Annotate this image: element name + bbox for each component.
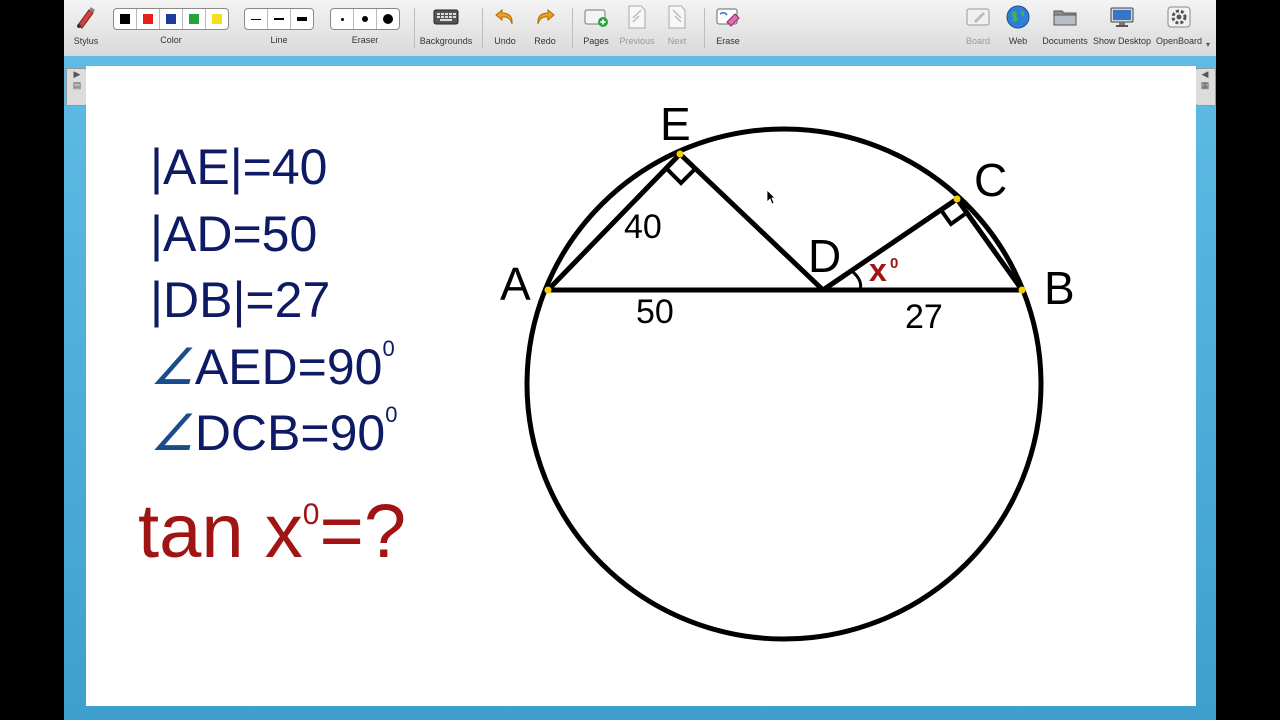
redo-icon <box>537 8 555 25</box>
previous-label: Previous <box>619 36 655 46</box>
redo-button[interactable]: Redo <box>528 0 562 56</box>
add-page-icon <box>584 9 608 27</box>
undo-label: Undo <box>494 36 516 46</box>
degree-sign: 0 <box>385 402 398 427</box>
erase-button[interactable]: Erase <box>712 0 744 56</box>
gear-icon <box>1167 6 1191 28</box>
globe-icon <box>1006 5 1030 29</box>
line-thin[interactable] <box>245 9 268 29</box>
angle-symbol-icon: ∠ <box>150 405 195 461</box>
toolbar-menu-arrow-icon[interactable]: ▾ <box>1206 40 1210 49</box>
eraser-large[interactable] <box>377 9 399 29</box>
degree-sign: 0 <box>382 336 395 361</box>
right-panel-toggle[interactable]: ◀ ▦ <box>1194 68 1216 106</box>
given-ae: |AE|=40 <box>150 139 328 195</box>
documents-label: Documents <box>1042 36 1088 46</box>
backgrounds-button[interactable]: Backgrounds <box>418 0 474 56</box>
given-angle-aed-text: AED=90 <box>194 339 383 395</box>
monitor-icon <box>1110 7 1134 27</box>
toolbar-divider <box>572 8 573 48</box>
line-thick[interactable] <box>291 9 313 29</box>
given-db: |DB|=27 <box>150 272 331 328</box>
undo-button[interactable]: Undo <box>488 0 522 56</box>
question-degree: 0 <box>302 498 320 531</box>
show-desktop-button[interactable]: Show Desktop <box>1092 0 1152 56</box>
given-angle-dcb: ∠DCB=900 <box>150 404 397 461</box>
color-yellow[interactable] <box>206 9 228 29</box>
question: tan x0=? <box>138 494 406 570</box>
chevron-right-icon: ▶ <box>73 69 81 79</box>
line-label: Line <box>270 35 288 45</box>
erase-label: Erase <box>716 36 740 46</box>
angle-symbol-icon: ∠ <box>150 339 195 395</box>
color-green[interactable] <box>183 9 206 29</box>
pages-panel-icon: ▤ <box>72 80 82 90</box>
question-tail: =? <box>319 489 407 574</box>
eraser-label: Eraser <box>351 35 379 45</box>
color-tool[interactable]: Color <box>112 0 230 56</box>
erase-board-icon <box>716 8 740 27</box>
toolbar-divider <box>414 8 415 48</box>
color-label: Color <box>160 35 182 45</box>
openboard-label: OpenBoard <box>1155 36 1203 46</box>
board-icon <box>966 8 990 26</box>
keyboard-icon <box>433 9 459 25</box>
toolbar: Stylus Color Line Eraser Backgrounds Und… <box>64 0 1216 57</box>
next-label: Next <box>667 36 687 46</box>
board-label: Board <box>965 36 991 46</box>
eraser-size-picker[interactable] <box>330 8 400 30</box>
redo-label: Redo <box>534 36 556 46</box>
mouse-cursor-icon <box>766 189 776 205</box>
library-panel-icon: ▦ <box>1200 80 1210 90</box>
given-angle-aed: ∠AED=900 <box>150 338 395 395</box>
backgrounds-label: Backgrounds <box>419 36 473 46</box>
board-button[interactable]: Board <box>962 0 994 56</box>
pages-label: Pages <box>583 36 609 46</box>
color-blue[interactable] <box>160 9 183 29</box>
next-page-icon <box>668 5 686 29</box>
pages-button[interactable]: Pages <box>580 0 612 56</box>
show-desktop-label: Show Desktop <box>1092 36 1152 46</box>
line-medium[interactable] <box>268 9 291 29</box>
eraser-small[interactable] <box>331 9 354 29</box>
toolbar-divider <box>704 8 705 48</box>
previous-button[interactable]: Previous <box>618 0 656 56</box>
question-text: tan x <box>138 489 303 574</box>
web-label: Web <box>1008 36 1028 46</box>
folder-icon <box>1053 10 1077 26</box>
color-palette[interactable] <box>113 8 229 30</box>
color-red[interactable] <box>137 9 160 29</box>
given-ad: |AD=50 <box>150 206 318 262</box>
web-button[interactable]: Web <box>1004 0 1032 56</box>
line-width-picker[interactable] <box>244 8 314 30</box>
eraser-tool[interactable]: Eraser <box>330 0 400 56</box>
next-button[interactable]: Next <box>662 0 692 56</box>
eraser-medium[interactable] <box>354 9 377 29</box>
previous-page-icon <box>628 5 646 29</box>
chevron-left-icon: ◀ <box>1201 69 1209 79</box>
left-panel-toggle[interactable]: ▶ ▤ <box>66 68 88 106</box>
openboard-button[interactable]: OpenBoard <box>1156 0 1202 56</box>
line-tool[interactable]: Line <box>244 0 314 56</box>
stylus-label: Stylus <box>73 36 99 46</box>
toolbar-divider <box>482 8 483 48</box>
undo-icon <box>495 8 513 25</box>
color-black[interactable] <box>114 9 137 29</box>
given-angle-dcb-text: DCB=90 <box>194 405 386 461</box>
stylus-tool[interactable]: Stylus <box>70 0 102 56</box>
stylus-icon <box>77 7 95 29</box>
documents-button[interactable]: Documents <box>1040 0 1090 56</box>
